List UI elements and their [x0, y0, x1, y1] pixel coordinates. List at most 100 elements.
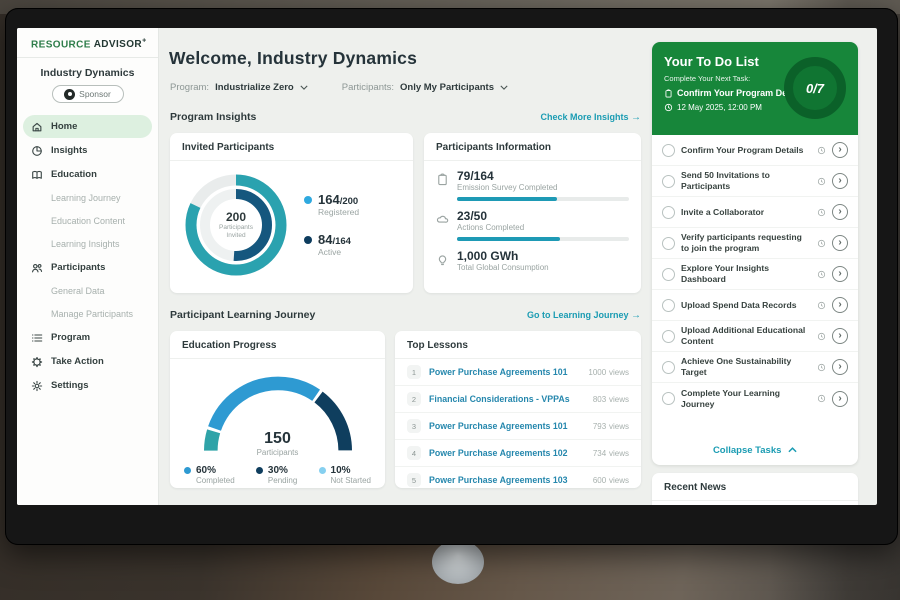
sidebar-item-education-content[interactable]: Education Content [23, 210, 152, 232]
sidebar-item-take-action[interactable]: Take Action [23, 350, 152, 373]
sidebar-item-home[interactable]: Home [23, 115, 152, 138]
program-icon [31, 332, 43, 344]
task-row: Explore Your Insights Dashboard › [652, 259, 858, 290]
lesson-rank: 1 [407, 365, 421, 379]
legend-item-not-started: 10% Not Started [319, 465, 371, 485]
task-checkbox[interactable] [662, 175, 675, 188]
sidebar-item-label: Insights [51, 145, 87, 156]
page-title: Welcome, Industry Dynamics [169, 48, 417, 69]
stat-actions-completed: 23/50 Actions Completed [436, 209, 629, 232]
task-open-button[interactable]: › [832, 297, 848, 313]
clock-icon [817, 239, 826, 248]
clock-icon [817, 394, 826, 403]
participants-filter[interactable]: Participants: Only My Participants [342, 82, 508, 93]
lesson-row: 5 Power Purchase Agreements 103 600 view… [395, 467, 641, 488]
sidebar-item-insights[interactable]: Insights [23, 139, 152, 162]
sidebar-item-manage-participants[interactable]: Manage Participants [23, 303, 152, 325]
logo-plus: + [142, 38, 147, 45]
task-checkbox[interactable] [662, 268, 675, 281]
sidebar-item-label: Education [51, 169, 97, 180]
clipboard-icon [664, 89, 673, 98]
task-label: Confirm Your Program Details [681, 145, 811, 156]
task-checkbox[interactable] [662, 206, 675, 219]
task-open-button[interactable]: › [832, 391, 848, 407]
task-open-button[interactable]: › [832, 359, 848, 375]
card-title: Top Lessons [395, 331, 641, 359]
donut-legend: 164/200 Registered 84/164 Active [304, 193, 359, 258]
task-checkbox[interactable] [662, 330, 675, 343]
check-more-insights-link[interactable]: Check More Insights → [540, 112, 641, 123]
task-checkbox[interactable] [662, 237, 675, 250]
card-title: Participants Information [424, 133, 641, 161]
participants-information-card: Participants Information 79/164 Emission… [424, 133, 641, 293]
participants-filter-label: Participants: [342, 82, 394, 93]
lesson-link[interactable]: Financial Considerations - VPPAs [429, 394, 585, 404]
clock-icon [817, 177, 826, 186]
task-open-button[interactable]: › [832, 204, 848, 220]
lesson-link[interactable]: Power Purchase Agreements 103 [429, 475, 585, 485]
sidebar-item-label: Program [51, 332, 90, 343]
sidebar-item-label: General Data [51, 286, 105, 296]
section-title: Participant Learning Journey [170, 309, 315, 321]
lesson-rank: 5 [407, 473, 421, 487]
monitor-stand [432, 540, 484, 584]
clock-icon [817, 332, 826, 341]
sidebar-item-label: Participants [51, 262, 105, 273]
sidebar-item-program[interactable]: Program [23, 326, 152, 349]
stat-emission-survey: 79/164 Emission Survey Completed [436, 169, 629, 192]
invited-participants-card: Invited Participants 200 Participants In… [170, 133, 413, 293]
arrow-right-icon: → [631, 310, 641, 321]
top-lessons-card: Top Lessons 1 Power Purchase Agreements … [395, 331, 641, 488]
task-open-button[interactable]: › [832, 173, 848, 189]
logo-primary: RESOURCE [31, 39, 91, 50]
sidebar-item-learning-insights[interactable]: Learning Insights [23, 233, 152, 255]
participants-filter-value: Only My Participants [400, 82, 494, 93]
sidebar-item-label: Home [51, 121, 77, 132]
sidebar-item-settings[interactable]: Settings [23, 374, 152, 397]
task-open-button[interactable]: › [832, 328, 848, 344]
task-row: Complete Your Learning Journey › [652, 383, 858, 414]
legend-item-completed: 60% Completed [184, 465, 235, 485]
education-progress-card: Education Progress 150 Participants 60% … [170, 331, 385, 488]
task-row: Send 50 Invitations to Participants › [652, 166, 858, 197]
task-checkbox[interactable] [662, 392, 675, 405]
org-name: Industry Dynamics [17, 67, 158, 79]
program-filter[interactable]: Program: Industrialize Zero [170, 82, 308, 93]
sidebar: RESOURCE ADVISOR+ Industry Dynamics Spon… [17, 28, 159, 505]
sponsor-badge: Sponsor [52, 85, 124, 103]
go-to-learning-journey-link[interactable]: Go to Learning Journey → [527, 310, 641, 321]
task-open-button[interactable]: › [832, 235, 848, 251]
invited-participants-donut: 200 Participants Invited [180, 169, 292, 281]
collapse-tasks-link[interactable]: Collapse Tasks [652, 437, 858, 465]
task-row: Upload Spend Data Records › [652, 290, 858, 321]
legend-item-pending: 30% Pending [256, 465, 297, 485]
lesson-row: 4 Power Purchase Agreements 102 734 view… [395, 440, 641, 467]
legend-dot [319, 467, 326, 474]
education-progress-gauge: 150 Participants [198, 369, 358, 457]
sidebar-item-learning-journey[interactable]: Learning Journey [23, 187, 152, 209]
todo-progress-ring: 0/7 [784, 57, 846, 119]
donut-center-value: 200 [226, 210, 246, 224]
clipboard-icon [436, 173, 449, 186]
task-checkbox[interactable] [662, 299, 675, 312]
task-checkbox[interactable] [662, 144, 675, 157]
invited-participants-body: 200 Participants Invited 164/200 Registe… [170, 161, 413, 289]
recent-news-card: Recent News [652, 473, 858, 505]
task-row: Invite a Collaborator › [652, 197, 858, 228]
task-open-button[interactable]: › [832, 266, 848, 282]
chevron-down-icon [500, 85, 508, 90]
lesson-link[interactable]: Power Purchase Agreements 102 [429, 448, 585, 458]
lightbulb-icon [436, 253, 449, 266]
sidebar-item-education[interactable]: Education [23, 163, 152, 186]
program-insights-header: Program Insights Check More Insights → [170, 111, 641, 123]
sidebar-item-general-data[interactable]: General Data [23, 280, 152, 302]
task-label: Upload Additional Educational Content [681, 325, 811, 346]
legend-dot [304, 196, 312, 204]
lesson-link[interactable]: Power Purchase Agreements 101 [429, 421, 585, 431]
dashboard-screen: RESOURCE ADVISOR+ Industry Dynamics Spon… [17, 28, 877, 505]
stat-global-consumption: 1,000 GWh Total Global Consumption [436, 249, 629, 272]
task-checkbox[interactable] [662, 361, 675, 374]
sidebar-item-participants[interactable]: Participants [23, 256, 152, 279]
lesson-link[interactable]: Power Purchase Agreements 101 [429, 367, 580, 377]
task-open-button[interactable]: › [832, 142, 848, 158]
